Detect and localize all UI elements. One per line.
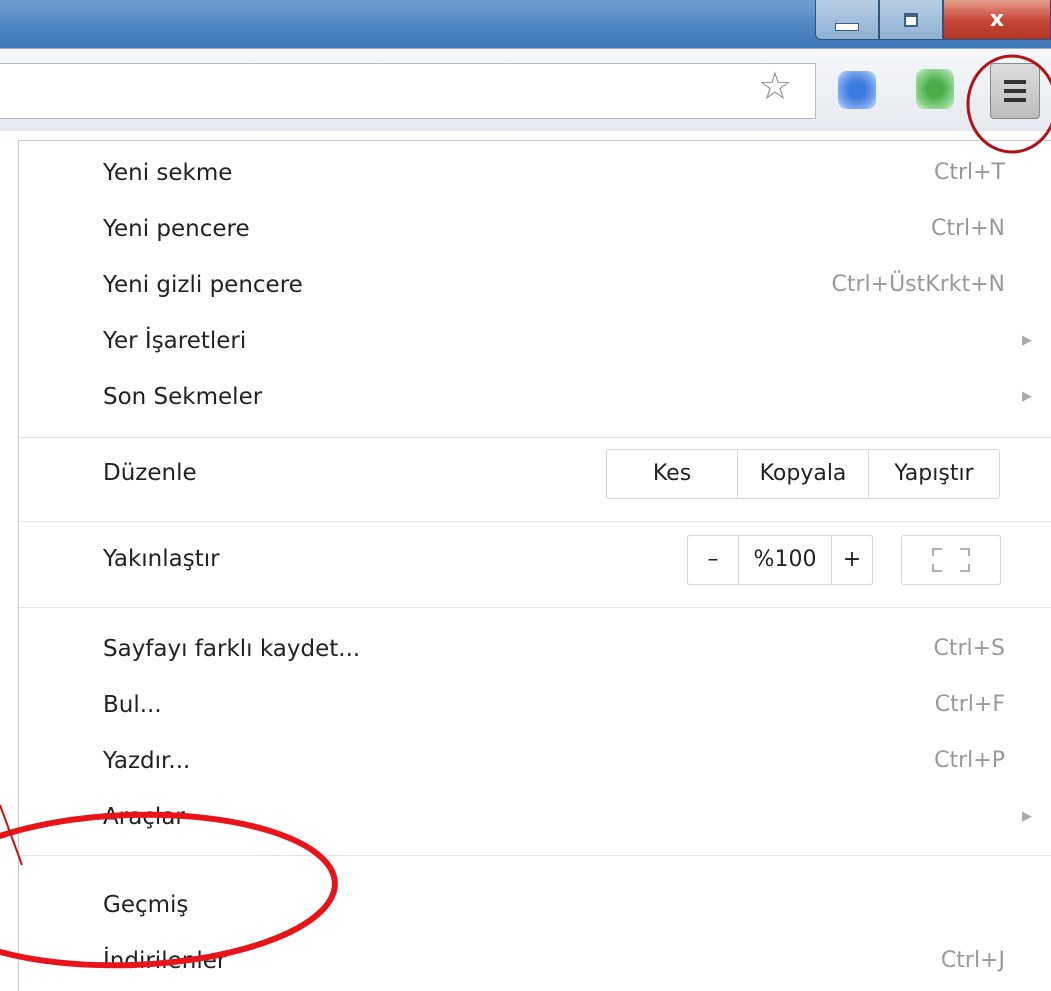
maximize-button[interactable] — [879, 0, 943, 40]
menu-item-recent-tabs[interactable]: Son Sekmeler ▶ — [19, 369, 1051, 425]
menu-separator — [19, 855, 1051, 856]
window-controls: x — [815, 0, 1051, 42]
menu-item-history[interactable]: Geçmiş — [19, 877, 1051, 933]
submenu-arrow-icon: ▶ — [1022, 809, 1032, 824]
menu-separator — [19, 607, 1051, 608]
menu-item-find[interactable]: Bul... Ctrl+F — [19, 677, 1051, 733]
copy-button[interactable]: Kopyala — [737, 450, 868, 498]
close-button[interactable]: x — [943, 0, 1051, 40]
hamburger-icon — [1004, 80, 1026, 84]
menu-item-shortcut: Ctrl+ÜstKrkt+N — [831, 272, 1006, 297]
menu-separator — [19, 521, 1051, 522]
submenu-arrow-icon: ▶ — [1022, 333, 1032, 348]
fullscreen-button[interactable] — [901, 535, 1001, 585]
zoom-in-button[interactable]: + — [831, 536, 872, 584]
zoom-out-button[interactable]: – — [688, 536, 738, 584]
minimize-icon — [835, 22, 859, 31]
browser-toolbar: ☆ — [0, 48, 1051, 131]
menu-item-shortcut: Ctrl+P — [934, 748, 1005, 773]
zoom-label: Yakınlaştır — [103, 546, 220, 572]
paste-button[interactable]: Yapıştır — [868, 450, 999, 498]
menu-item-shortcut: Ctrl+T — [933, 160, 1005, 185]
menu-separator — [19, 437, 1051, 438]
menu-item-shortcut: Ctrl+J — [940, 948, 1005, 973]
menu-item-print[interactable]: Yazdır... Ctrl+P — [19, 733, 1051, 789]
menu-item-label: Bul... — [103, 692, 162, 718]
menu-item-downloads[interactable]: İndirilenler Ctrl+J — [19, 933, 1051, 989]
submenu-arrow-icon: ▶ — [1022, 389, 1032, 404]
chrome-menu: Yeni sekme Ctrl+T Yeni pencere Ctrl+N Ye… — [18, 140, 1051, 991]
menu-item-label: Yeni gizli pencere — [103, 272, 303, 298]
cut-button[interactable]: Kes — [607, 450, 737, 498]
menu-item-new-window[interactable]: Yeni pencere Ctrl+N — [19, 201, 1051, 257]
menu-item-label: Son Sekmeler — [103, 384, 263, 410]
menu-item-shortcut: Ctrl+N — [930, 216, 1005, 241]
minimize-button[interactable] — [815, 0, 879, 40]
fullscreen-icon — [932, 548, 942, 556]
window-titlebar: x — [0, 0, 1051, 48]
chrome-menu-button[interactable] — [990, 63, 1040, 119]
zoom-controls: – %100 + — [687, 535, 873, 585]
menu-item-tools[interactable]: Araçlar ▶ — [19, 789, 1051, 845]
address-bar[interactable] — [0, 63, 816, 119]
menu-item-label: Yer İşaretleri — [103, 328, 247, 354]
menu-item-label: Geçmiş — [103, 892, 189, 918]
menu-row-zoom: Yakınlaştır — [19, 531, 1051, 587]
menu-item-save-as[interactable]: Sayfayı farklı kaydet... Ctrl+S — [19, 621, 1051, 677]
menu-item-new-tab[interactable]: Yeni sekme Ctrl+T — [19, 145, 1051, 201]
menu-item-label: Araçlar — [103, 804, 185, 830]
close-icon: x — [989, 7, 1005, 32]
menu-item-label: Yeni pencere — [103, 216, 250, 242]
menu-item-label: İndirilenler — [103, 948, 227, 974]
menu-item-label: Sayfayı farklı kaydet... — [103, 636, 361, 662]
edit-label: Düzenle — [103, 460, 197, 486]
star-outline-icon[interactable]: ☆ — [758, 67, 792, 105]
menu-item-label: Yeni sekme — [103, 160, 233, 186]
menu-item-incognito[interactable]: Yeni gizli pencere Ctrl+ÜstKrkt+N — [19, 257, 1051, 313]
menu-item-shortcut: Ctrl+F — [934, 692, 1005, 717]
menu-item-label: Yazdır... — [103, 748, 191, 774]
menu-item-bookmarks[interactable]: Yer İşaretleri ▶ — [19, 313, 1051, 369]
extension-green-icon[interactable] — [916, 69, 954, 109]
edit-button-group: Kes Kopyala Yapıştır — [606, 449, 1000, 499]
menu-item-shortcut: Ctrl+S — [933, 636, 1005, 661]
extension-blue-icon[interactable] — [838, 71, 876, 109]
maximize-icon — [904, 12, 918, 27]
zoom-level-value: %100 — [738, 536, 831, 584]
